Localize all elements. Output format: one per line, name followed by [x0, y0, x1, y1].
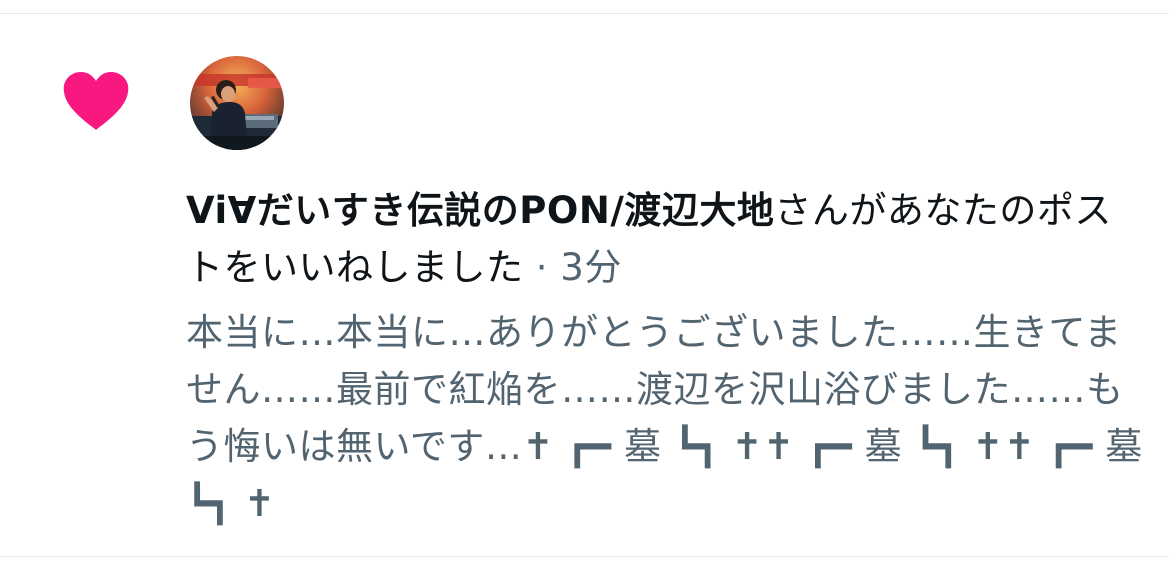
- timestamp[interactable]: 3分: [560, 246, 622, 289]
- heart-icon: [62, 70, 130, 132]
- avatar[interactable]: [190, 56, 284, 150]
- liked-post-text[interactable]: 本当に…本当に…ありがとうございました……生きてません……最前で紅焔を……渡辺を…: [186, 304, 1146, 532]
- notification-headline: Vi∀だいすき伝説のPON/渡辺大地さんがあなたのポストをいいねしました · 3…: [186, 182, 1146, 296]
- like-notification[interactable]: Vi∀だいすき伝説のPON/渡辺大地さんがあなたのポストをいいねしました · 3…: [0, 0, 1169, 583]
- divider-top: [0, 13, 1169, 14]
- user-name-link[interactable]: Vi∀だいすき伝説のPON/渡辺大地: [186, 189, 774, 232]
- meta-separator: ·: [523, 246, 561, 289]
- notification-content: Vi∀だいすき伝説のPON/渡辺大地さんがあなたのポストをいいねしました · 3…: [186, 182, 1146, 532]
- divider-bottom: [0, 556, 1169, 557]
